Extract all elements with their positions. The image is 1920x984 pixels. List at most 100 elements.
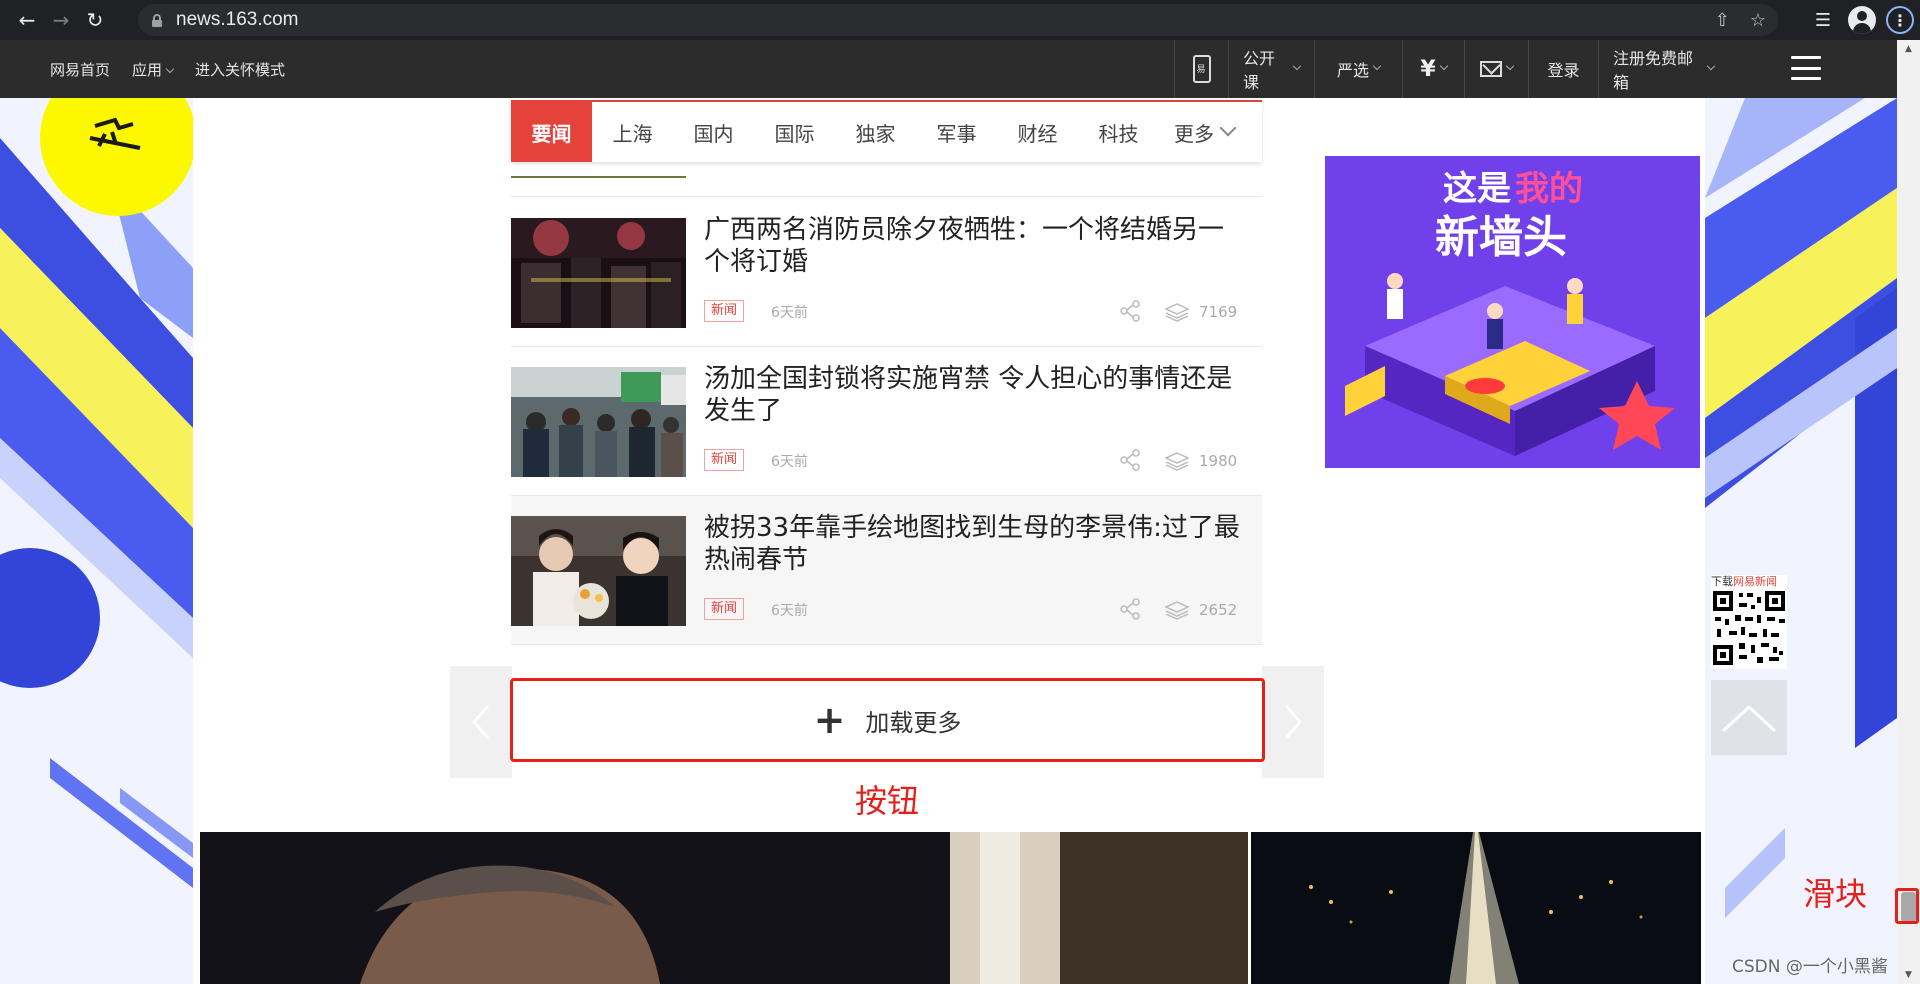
news-thumbnail[interactable] <box>511 218 686 328</box>
news-time: 6天前 <box>771 603 808 619</box>
page-scrollbar[interactable]: ▲ ▼ <box>1897 40 1920 984</box>
ad-illustration: 这是 我的 新墙头 <box>1325 156 1700 468</box>
profile-icon[interactable] <box>1848 6 1876 34</box>
open-course-label: 公开课 <box>1243 49 1276 92</box>
news-item[interactable]: 广西两名消防员除夕夜牺牲：一个将结婚另一个将订婚 新闻 6天前 7169 <box>511 198 1262 346</box>
news-thumbnail-image <box>511 516 686 626</box>
divider <box>511 176 686 178</box>
news-thumbnail[interactable] <box>511 516 686 626</box>
view-count: 7169 <box>1199 303 1238 321</box>
main-content: 要闻 上海 国内 国际 独家 军事 财经 科技 更多 广西两名消防员除夕夜牺牲：… <box>193 98 1705 984</box>
chevron-down-icon <box>1707 61 1716 71</box>
layers-icon <box>1165 303 1189 322</box>
tab-shanghai[interactable]: 上海 <box>592 102 673 162</box>
register-mail-dropdown[interactable]: 注册免费邮箱 <box>1598 40 1728 98</box>
qr-code-icon <box>1711 589 1787 667</box>
scroll-up-arrow-icon[interactable]: ▲ <box>1897 40 1920 58</box>
share-icon[interactable] <box>1119 300 1141 322</box>
login-link[interactable]: 登录 <box>1528 40 1598 98</box>
browser-toolbar: ← → ↻ news.163.com ⇧ ☆ ☰ ⋮ <box>0 0 1920 40</box>
scroll-down-arrow-icon[interactable]: ▼ <box>1897 966 1920 984</box>
chevron-down-icon <box>1292 61 1302 71</box>
payment-dropdown[interactable]: ¥ <box>1402 40 1464 98</box>
yanxuan-label: 严选 <box>1336 61 1369 80</box>
bookmark-star-icon[interactable]: ☆ <box>1750 10 1766 31</box>
login-label: 登录 <box>1547 61 1580 80</box>
chevron-up-icon <box>1721 704 1777 732</box>
news-photo[interactable] <box>1251 832 1701 984</box>
share-icon[interactable] <box>1119 449 1141 471</box>
address-bar[interactable]: news.163.com ⇧ ☆ <box>138 4 1778 36</box>
qr-label-prefix: 下载 <box>1711 575 1733 588</box>
news-title[interactable]: 被拐33年靠手绘地图找到生母的李景伟:过了最热闹春节 <box>704 512 1249 576</box>
nav-home-link[interactable]: 网易首页 <box>50 59 110 80</box>
ad-headline-1: 这是 <box>1443 169 1511 209</box>
chevron-down-icon <box>1372 61 1382 71</box>
url-text[interactable]: news.163.com <box>176 9 299 31</box>
view-count: 2652 <box>1199 601 1238 619</box>
yen-icon: ¥ <box>1420 56 1436 82</box>
chevron-right-icon <box>1284 705 1302 739</box>
chevron-down-icon <box>1505 61 1515 71</box>
news-item[interactable]: 被拐33年靠手绘地图找到生母的李景伟:过了最热闹春节 新闻 6天前 2652 <box>511 496 1262 644</box>
news-item[interactable]: 汤加全国封锁将实施宵禁 令人担心的事情还是发生了 新闻 6天前 1980 <box>511 347 1262 495</box>
view-count: 1980 <box>1199 452 1238 470</box>
watermark: CSDN @一个小黑酱 <box>1732 957 1888 977</box>
news-thumbnail-image <box>511 367 686 477</box>
tab-finance[interactable]: 财经 <box>997 102 1078 162</box>
news-title[interactable]: 广西两名消防员除夕夜牺牲：一个将结婚另一个将订婚 <box>704 214 1249 278</box>
news-tag[interactable]: 新闻 <box>704 598 745 620</box>
qr-label-brand: 网易新闻 <box>1733 575 1777 588</box>
news-title[interactable]: 汤加全国封锁将实施宵禁 令人担心的事情还是发生了 <box>704 363 1249 427</box>
nav-care-mode-link[interactable]: 进入关怀模式 <box>195 59 285 80</box>
share-icon[interactable] <box>1119 598 1141 620</box>
reading-list-icon[interactable]: ☰ <box>1808 5 1838 35</box>
register-mail-label: 注册免费邮箱 <box>1613 49 1694 92</box>
channel-tabs: 要闻 上海 国内 国际 独家 军事 财经 科技 更多 <box>511 100 1262 162</box>
news-photo[interactable] <box>200 832 1248 984</box>
lock-icon[interactable] <box>152 13 162 27</box>
tab-international[interactable]: 国际 <box>754 102 835 162</box>
news-time: 6天前 <box>771 305 808 321</box>
layers-icon <box>1165 601 1189 620</box>
hamburger-menu-icon[interactable] <box>1791 56 1821 80</box>
mobile-app-button[interactable] <box>1174 40 1228 98</box>
tab-domestic[interactable]: 国内 <box>673 102 754 162</box>
app-download-qr[interactable]: 下载网易新闻 <box>1711 575 1787 669</box>
nav-apps-label: 应用 <box>132 60 163 79</box>
ad-banner[interactable]: 这是 我的 新墙头 <box>1325 156 1700 468</box>
tab-exclusive[interactable]: 独家 <box>835 102 916 162</box>
share-page-icon[interactable]: ⇧ <box>1715 10 1730 31</box>
news-tag[interactable]: 新闻 <box>704 300 745 322</box>
layers-icon <box>1165 452 1189 471</box>
menu-icon[interactable]: ⋮ <box>1886 6 1914 34</box>
tab-headlines[interactable]: 要闻 <box>511 102 592 162</box>
reload-icon[interactable]: ↻ <box>78 3 112 37</box>
tab-military[interactable]: 军事 <box>916 102 997 162</box>
plus-icon: + <box>813 698 846 742</box>
phone-icon <box>1192 55 1211 83</box>
tab-more[interactable]: 更多 <box>1159 102 1249 162</box>
back-to-top-button[interactable] <box>1711 680 1787 755</box>
nav-apps-dropdown[interactable]: 应用 <box>132 59 175 80</box>
back-icon[interactable]: ← <box>10 3 44 37</box>
news-thumbnail-image <box>511 218 686 328</box>
yanxuan-dropdown[interactable]: 严选 <box>1314 40 1402 98</box>
news-thumbnail[interactable] <box>511 367 686 477</box>
news-tag[interactable]: 新闻 <box>704 449 745 471</box>
qr-label: 下载网易新闻 <box>1711 575 1787 589</box>
button-annotation: 按钮 <box>855 782 920 820</box>
mail-dropdown[interactable] <box>1464 40 1528 98</box>
right-decoration-art <box>1705 98 1897 984</box>
forward-icon[interactable]: → <box>44 3 78 37</box>
chevron-down-icon <box>1439 61 1448 71</box>
divider <box>511 644 1262 645</box>
carousel-next-button[interactable] <box>1262 666 1324 778</box>
mail-icon <box>1480 61 1502 77</box>
ad-headline-highlight: 我的 <box>1515 169 1583 209</box>
carousel-prev-button[interactable] <box>450 666 512 778</box>
load-more-button[interactable]: + 加载更多 <box>510 678 1265 762</box>
tab-tech[interactable]: 科技 <box>1078 102 1159 162</box>
open-course-dropdown[interactable]: 公开课 <box>1228 40 1314 98</box>
left-decoration-art <box>0 98 193 984</box>
